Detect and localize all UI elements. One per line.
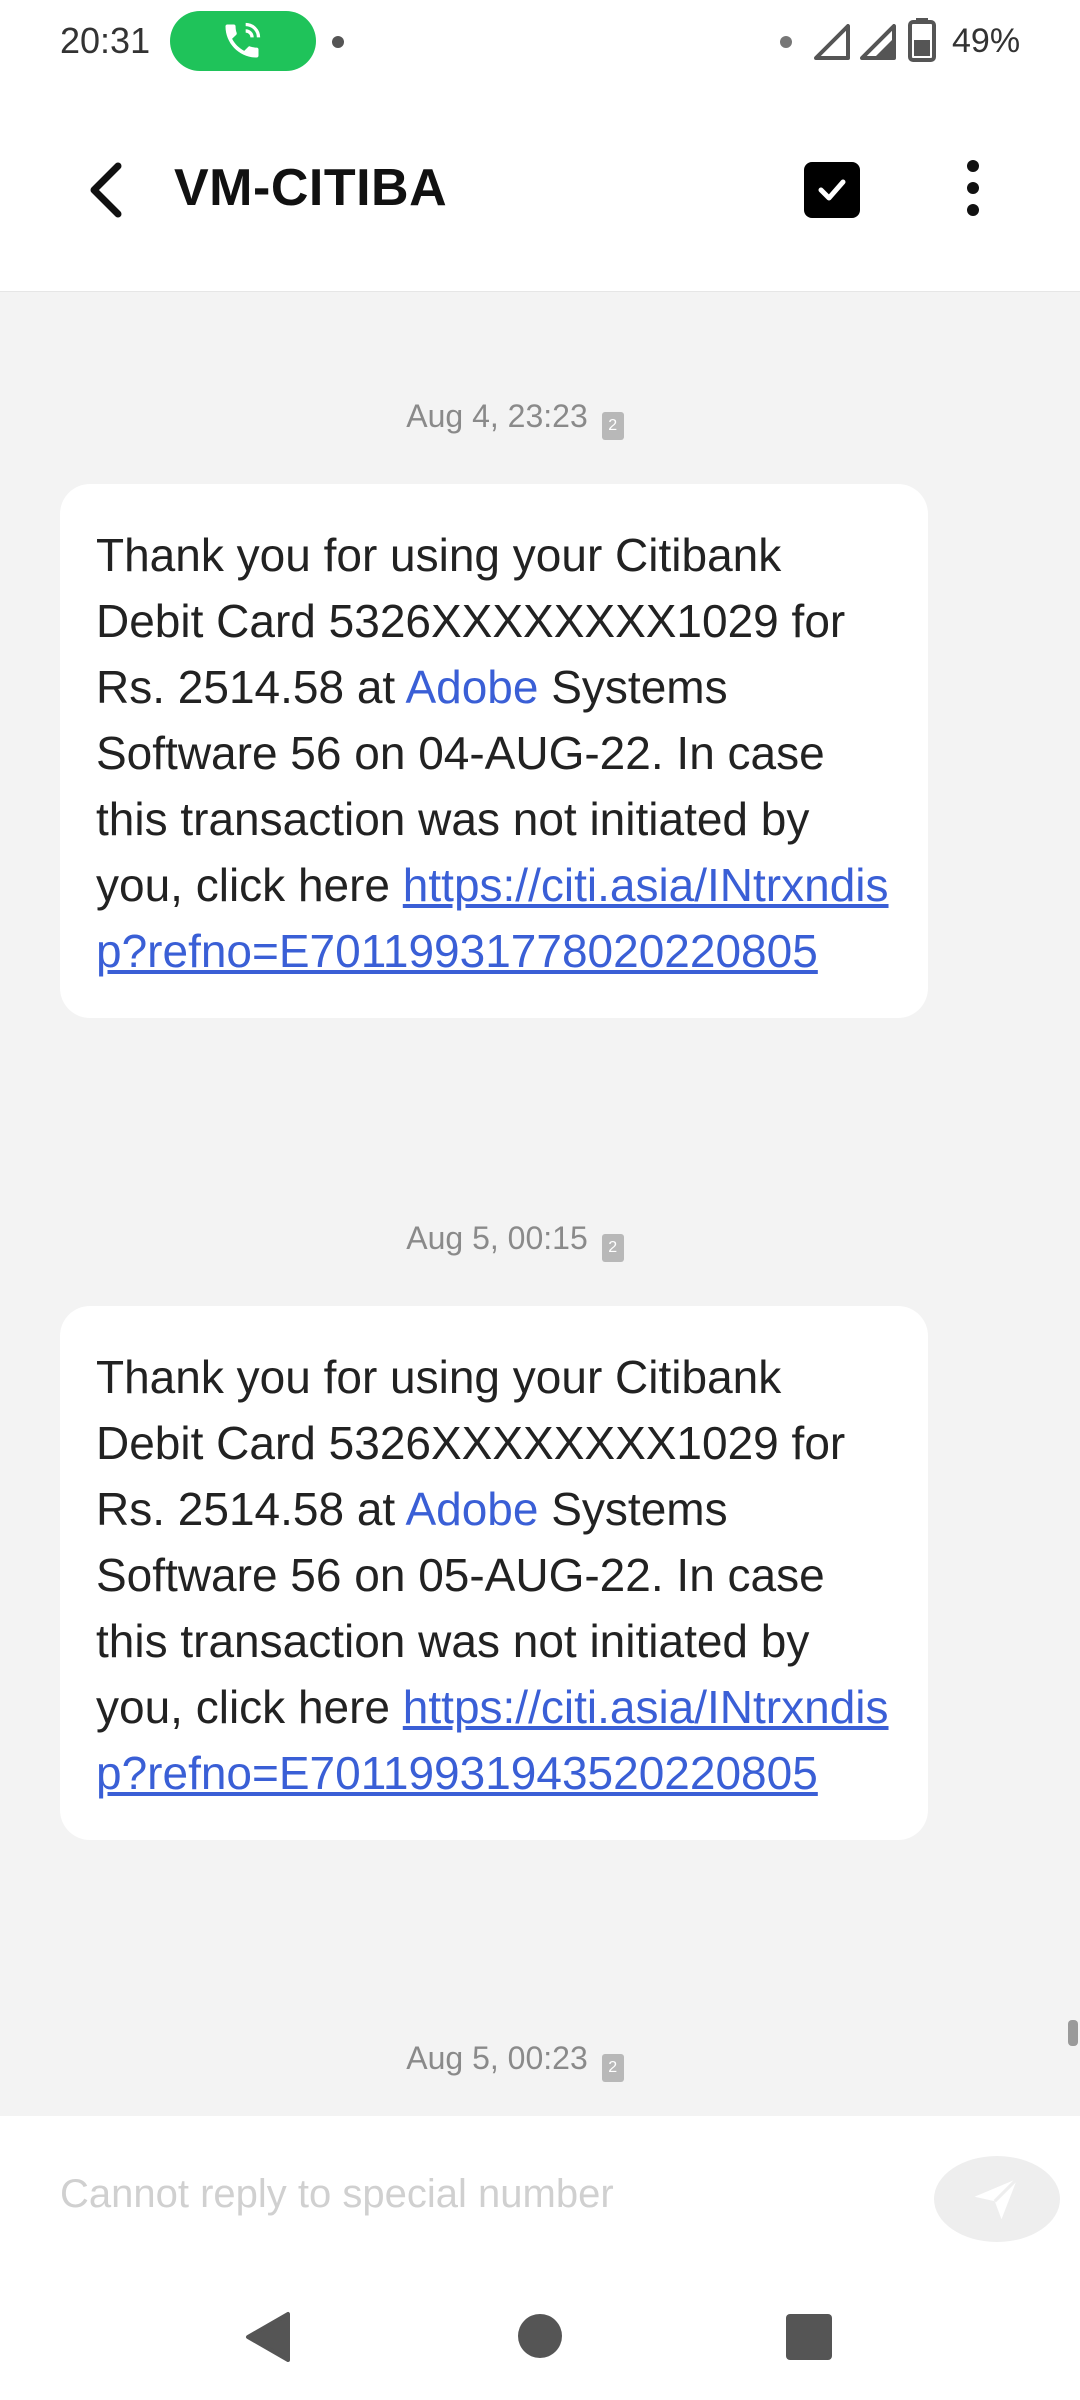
ongoing-call-indicator[interactable]	[170, 11, 316, 71]
scrollbar-thumb[interactable]	[1068, 2020, 1078, 2046]
sim-card-icon: 2	[601, 2054, 624, 2082]
conversation-title: VM-CITIBA	[174, 159, 448, 217]
nav-home-icon[interactable]	[518, 2314, 562, 2358]
sim-card-icon: 2	[601, 1234, 624, 1262]
status-bar: 20:31 49%	[0, 0, 1080, 84]
battery-icon	[908, 18, 936, 62]
message-timestamp: Aug 5, 00:23 2	[0, 2040, 1030, 2082]
signal-icon	[814, 24, 850, 60]
send-icon	[974, 2177, 1019, 2220]
more-options-icon[interactable]	[958, 160, 988, 220]
reply-disabled-text: Cannot reply to special number	[60, 2172, 614, 2216]
signal-icon	[860, 24, 896, 60]
message-bubble[interactable]: Thank you for using your Citibank Debit …	[60, 484, 928, 1018]
merchant-link[interactable]: Adobe	[405, 1483, 538, 1535]
nav-back-icon[interactable]	[244, 2310, 292, 2364]
reply-bar: Cannot reply to special number	[0, 2116, 1080, 2284]
back-arrow-icon[interactable]	[82, 160, 132, 220]
sim-card-icon: 2	[601, 412, 624, 440]
system-nav-bar	[0, 2284, 1080, 2400]
select-checkbox-icon[interactable]	[804, 162, 860, 218]
call-icon	[225, 22, 261, 58]
battery-percentage: 49%	[952, 22, 1021, 60]
message-list[interactable]: Aug 4, 23:23 2 Thank you for using your C…	[0, 292, 1080, 2116]
merchant-link[interactable]: Adobe	[405, 661, 538, 713]
nav-recents-icon[interactable]	[786, 2314, 832, 2360]
message-timestamp: Aug 4, 23:23 2	[0, 398, 1030, 440]
send-button[interactable]	[934, 2156, 1060, 2242]
status-time: 20:31	[60, 20, 151, 61]
conversation-header: VM-CITIBA	[0, 84, 1080, 292]
status-dot-icon	[780, 36, 792, 48]
notification-dot-icon	[332, 36, 344, 48]
message-bubble[interactable]: Thank you for using your Citibank Debit …	[60, 1306, 928, 1840]
message-timestamp: Aug 5, 00:15 2	[0, 1220, 1030, 1262]
